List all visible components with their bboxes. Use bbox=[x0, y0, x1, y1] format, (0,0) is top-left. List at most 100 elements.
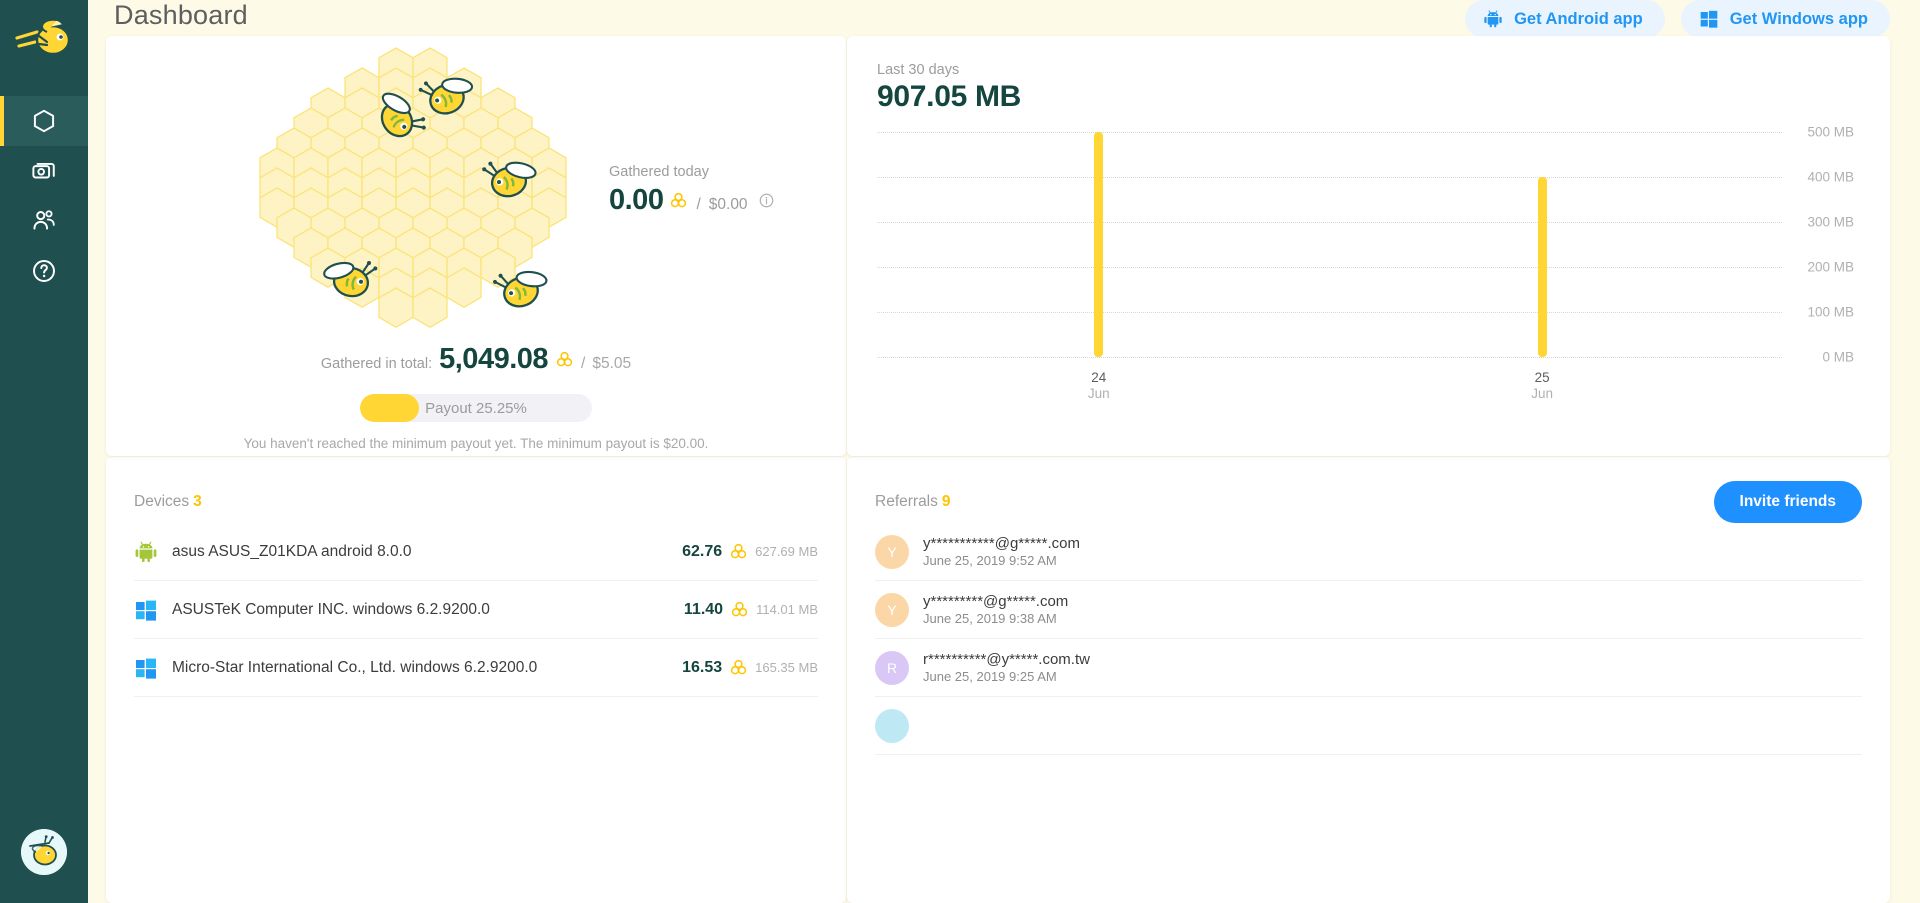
android-icon bbox=[135, 541, 157, 562]
honey-icon bbox=[671, 192, 687, 208]
android-icon bbox=[1484, 10, 1502, 28]
referral-date: June 25, 2019 9:52 AM bbox=[923, 552, 1057, 568]
windows-icon bbox=[136, 658, 156, 679]
sidebar-item-referrals[interactable] bbox=[0, 196, 88, 246]
chart-y-tick-label: 300 MB bbox=[1807, 214, 1854, 230]
honey-icon bbox=[730, 659, 747, 675]
referral-row[interactable]: Yy*********@g*****.com June 25, 2019 9:38… bbox=[875, 581, 1862, 639]
referral-text: y***********@g*****.com June 25, 2019 9:5… bbox=[923, 535, 1080, 569]
referral-text: y*********@g*****.com June 25, 2019 9:38 … bbox=[923, 593, 1068, 627]
devices-header: Devices 3 bbox=[134, 481, 818, 523]
chart-x-month: Jun bbox=[1531, 386, 1554, 401]
honey-icon bbox=[730, 543, 747, 559]
sidebar-item-help[interactable] bbox=[0, 246, 88, 296]
chart-bar[interactable] bbox=[1094, 132, 1104, 357]
avatar: Y bbox=[875, 534, 909, 569]
referral-text: r**********@y*****.com.tw June 25, 2019 9… bbox=[923, 651, 1090, 685]
chart-title: 907.05 MB bbox=[877, 80, 1022, 113]
topbar-actions: Get Android app Get Windows app bbox=[1465, 0, 1890, 38]
gathered-today-row: 0.00 / $0.00 bbox=[609, 184, 774, 217]
device-name: asus ASUS_Z01KDA android 8.0.0 bbox=[172, 542, 412, 560]
chart-x-tick-label: 25 Jun bbox=[1531, 370, 1553, 402]
devices-title: Devices bbox=[134, 493, 190, 510]
windows-icon bbox=[1700, 10, 1718, 28]
device-row[interactable]: Micro-Star International Co., Ltd. windo… bbox=[134, 639, 818, 697]
device-value: 11.40 bbox=[683, 600, 724, 618]
referrals-count: 9 bbox=[941, 493, 951, 510]
chart-gridline bbox=[877, 312, 1782, 313]
gathered-total-label: Gathered in total: bbox=[320, 356, 433, 372]
hive-top: Gathered today 0.00 / $0.00 bbox=[106, 36, 846, 347]
referrals-title: Referrals bbox=[875, 493, 938, 510]
chart-gridline bbox=[877, 177, 1782, 178]
device-name: ASUSTeK Computer INC. windows 6.2.9200.0 bbox=[172, 600, 490, 618]
help-icon bbox=[33, 260, 55, 282]
gathered-total-row: Gathered in total: 5,049.08 / $5.05 bbox=[106, 343, 846, 376]
device-row[interactable]: asus ASUS_Z01KDA android 8.0.0 62.76 627.6… bbox=[134, 523, 818, 581]
referrals-header: Referrals 9 Invite friends bbox=[875, 481, 1862, 523]
hive-card: Gathered today 0.00 / $0.00 Gathered in … bbox=[106, 36, 846, 456]
device-row[interactable]: ASUSTeK Computer INC. windows 6.2.9200.0… bbox=[134, 581, 818, 639]
chart-bar[interactable] bbox=[1537, 177, 1547, 357]
device-metrics: 11.40 114.01 MB bbox=[684, 600, 818, 619]
money-icon bbox=[32, 162, 55, 179]
app-root: Dashboard Get Android app Get Windows ap… bbox=[0, 0, 1920, 903]
avatar: R bbox=[875, 650, 909, 685]
chart-subtitle: Last 30 days bbox=[877, 62, 960, 78]
payout-progress-bar: Payout 25.25% bbox=[360, 394, 592, 422]
referral-date: June 25, 2019 9:25 AM bbox=[923, 668, 1057, 684]
chart-x-tick-label: 24 Jun bbox=[1088, 370, 1110, 402]
gathered-today-slash: / bbox=[696, 196, 701, 213]
referral-row[interactable]: Yy***********@g*****.com June 25, 2019 9:… bbox=[875, 523, 1862, 581]
gathered-today-value: 0.00 bbox=[609, 184, 664, 216]
invite-friends-button[interactable]: Invite friends bbox=[1713, 481, 1862, 523]
gathered-total-slash: / bbox=[581, 355, 586, 372]
info-icon[interactable] bbox=[759, 193, 774, 208]
devices-list: asus ASUS_Z01KDA android 8.0.0 62.76 627.6… bbox=[134, 523, 818, 697]
sidebar-nav bbox=[0, 96, 88, 296]
get-android-app-button[interactable]: Get Android app bbox=[1465, 0, 1665, 38]
get-windows-app-button[interactable]: Get Windows app bbox=[1680, 0, 1890, 38]
honeycomb-illustration bbox=[259, 47, 567, 328]
device-value: 16.53 bbox=[682, 658, 723, 676]
devices-title-wrap: Devices 3 bbox=[134, 493, 202, 511]
referral-date: June 25, 2019 9:38 AM bbox=[923, 610, 1057, 626]
referrals-list: Yy***********@g*****.com June 25, 2019 9:… bbox=[875, 523, 1862, 755]
gathered-total-usd: $5.05 bbox=[592, 355, 632, 372]
sidebar-avatar[interactable] bbox=[21, 829, 67, 875]
referral-email: r**********@y*****.com.tw bbox=[923, 650, 1090, 668]
avatar bbox=[875, 708, 909, 743]
sidebar-item-payouts[interactable] bbox=[0, 146, 88, 196]
page-title: Dashboard bbox=[114, 0, 248, 30]
device-traffic: 114.01 MB bbox=[756, 602, 818, 617]
traffic-chart-card: Last 30 days 907.05 MB 500 MB 400 MB 300 M… bbox=[847, 36, 1890, 456]
main-area: Dashboard Get Android app Get Windows ap… bbox=[88, 0, 1920, 903]
referral-row[interactable]: Rr**********@y*****.com.tw June 25, 2019 … bbox=[875, 639, 1862, 697]
topbar: Dashboard Get Android app Get Windows ap… bbox=[88, 0, 1920, 38]
payout-progress-label: Payout 25.25% bbox=[425, 399, 527, 417]
payout-note: You haven't reached the minimum payout y… bbox=[243, 436, 709, 451]
device-metrics: 62.76 627.69 MB bbox=[682, 542, 818, 561]
honey-icon bbox=[731, 601, 748, 617]
referrals-card: Referrals 9 Invite friends Yy***********@… bbox=[847, 457, 1890, 903]
gathered-today-block: Gathered today 0.00 / $0.00 bbox=[609, 164, 774, 217]
devices-count: 3 bbox=[193, 493, 202, 510]
chart-y-tick-label: 100 MB bbox=[1807, 304, 1854, 320]
honey-icon bbox=[556, 351, 573, 367]
hexagon-icon bbox=[33, 109, 55, 133]
chart-gridline bbox=[877, 132, 1782, 133]
referral-row[interactable] bbox=[875, 697, 1862, 755]
device-metrics: 16.53 165.35 MB bbox=[682, 658, 818, 677]
referral-email: y*********@g*****.com bbox=[923, 592, 1069, 610]
bee-avatar-icon bbox=[21, 829, 67, 875]
chart-plot-area: 500 MB 400 MB 300 MB 200 MB 100 MB 0 MB 24 Jun 2… bbox=[877, 125, 1854, 401]
chart-gridline bbox=[877, 357, 1782, 358]
gathered-today-usd: $0.00 bbox=[708, 196, 748, 213]
people-icon bbox=[33, 210, 55, 230]
bee-logo-icon bbox=[15, 18, 71, 56]
windows-icon bbox=[136, 600, 156, 621]
gathered-today-label: Gathered today bbox=[609, 164, 709, 180]
chart-x-day: 25 bbox=[1534, 370, 1550, 385]
sidebar-item-dashboard[interactable] bbox=[0, 96, 88, 146]
get-windows-app-label: Get Windows app bbox=[1729, 9, 1868, 28]
